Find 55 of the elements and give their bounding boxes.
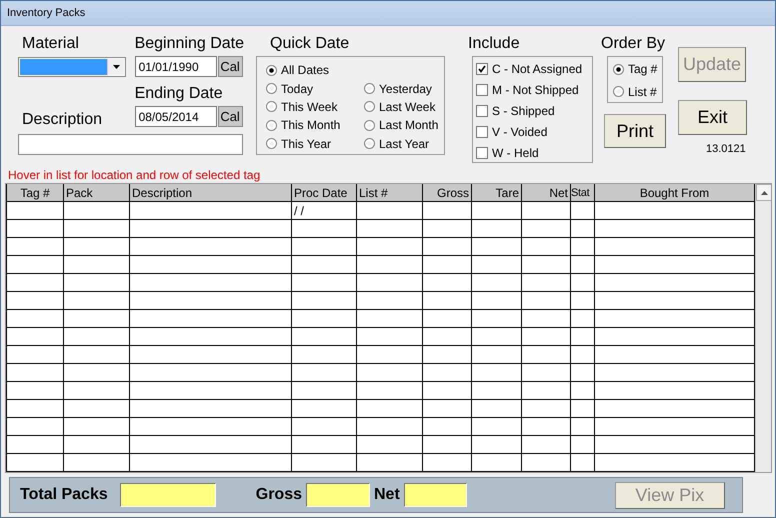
description-field[interactable]: [18, 134, 243, 155]
window-title: Inventory Packs: [7, 7, 86, 19]
date-radio-option[interactable]: Today: [266, 79, 364, 98]
column-header[interactable]: Tare: [472, 184, 522, 202]
date-radio-option[interactable]: Last Month: [364, 116, 444, 135]
column-header[interactable]: Bought From: [594, 184, 754, 202]
status-checkbox-option[interactable]: M - Not Shipped: [476, 80, 592, 100]
column-header[interactable]: Stat: [570, 184, 594, 202]
ending-date-label: Ending Date: [134, 84, 224, 104]
order-by-label: Order By: [601, 34, 666, 54]
column-header[interactable]: Tag #: [6, 184, 64, 202]
calendar-button[interactable]: Cal: [218, 56, 243, 77]
print-button[interactable]: Print: [604, 114, 666, 148]
date-radio-option[interactable]: Yesterday: [364, 79, 444, 98]
beginning-date-label: Beginning Date: [134, 34, 244, 54]
order-radio-option[interactable]: Tag #: [613, 60, 662, 78]
gross-label: Gross: [256, 486, 302, 504]
column-header[interactable]: Net: [522, 184, 570, 202]
status-checkbox-option[interactable]: C - Not Assigned: [476, 60, 592, 78]
checkmark-icon: [478, 65, 486, 74]
total-packs-label: Total Packs: [20, 486, 108, 504]
include-label: Include: [468, 34, 521, 54]
column-header[interactable]: Gross: [422, 184, 472, 202]
column-header[interactable]: Proc Date: [292, 184, 356, 202]
description-label: Description: [22, 110, 104, 130]
date-radio-option[interactable]: All Dates: [266, 61, 444, 80]
exit-button[interactable]: Exit: [678, 100, 747, 135]
order-radio-option[interactable]: List #: [613, 82, 662, 101]
scrollbar[interactable]: [755, 184, 771, 472]
date-radio-option[interactable]: This Year: [266, 134, 364, 153]
version-text: 13.0121: [706, 143, 747, 155]
gross-field[interactable]: [306, 483, 370, 507]
status-checkbox-option[interactable]: V - Voided: [476, 122, 592, 142]
status-checkbox-option[interactable]: S - Shipped: [476, 102, 592, 120]
date-radio-option[interactable]: This Month: [266, 116, 364, 135]
quick-date-label: Quick Date: [270, 34, 350, 54]
column-header[interactable]: List #: [356, 184, 422, 202]
calendar-button[interactable]: Cal: [218, 106, 243, 127]
ending-date-field[interactable]: 08/05/2014: [134, 106, 217, 127]
material-dropdown[interactable]: [18, 57, 126, 77]
net-label: Net: [374, 486, 400, 504]
net-field[interactable]: [404, 483, 467, 507]
status-checkbox-option[interactable]: W - Held: [476, 144, 592, 162]
column-header[interactable]: Pack: [64, 184, 130, 202]
material-label: Material: [22, 34, 80, 54]
total-packs-field[interactable]: [120, 483, 216, 507]
beginning-date-field[interactable]: 01/01/1990: [134, 56, 217, 77]
scroll-up-icon[interactable]: [761, 190, 768, 194]
column-header[interactable]: Description: [130, 184, 292, 202]
date-radio-option[interactable]: Last Year: [364, 134, 444, 153]
table-cell: / /: [292, 202, 356, 220]
dropdown-arrow-icon: [112, 65, 120, 69]
date-radio-option[interactable]: Last Week: [364, 98, 444, 116]
date-radio-option[interactable]: This Week: [266, 98, 364, 116]
hint-text: Hover in list for location and row of selected tag: [8, 168, 262, 182]
